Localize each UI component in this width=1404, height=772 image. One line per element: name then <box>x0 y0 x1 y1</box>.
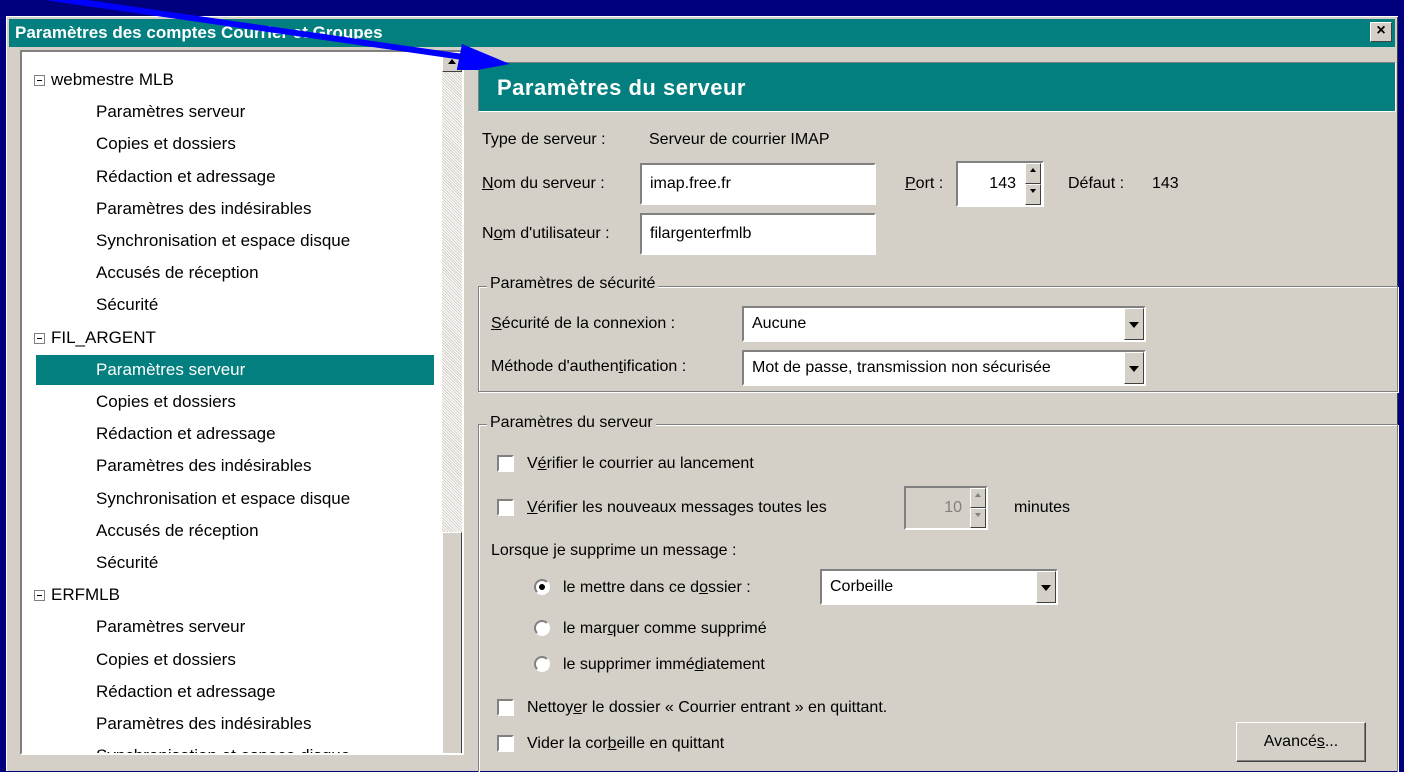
tree-item[interactable]: Paramètres serveur <box>96 97 245 127</box>
empty-trash-checkbox[interactable] <box>497 735 514 752</box>
tree-item[interactable]: Synchronisation et espace disque <box>96 226 350 256</box>
tree-account-label: FIL_ARGENT <box>51 327 156 347</box>
port-up-button[interactable] <box>1025 163 1041 184</box>
connection-security-value: Aucune <box>752 315 807 332</box>
mark-deleted-radio[interactable] <box>534 620 550 636</box>
tree-account[interactable]: FIL_ARGENT <box>34 323 156 353</box>
interval-spinner[interactable] <box>970 488 986 528</box>
username-label: Nom d'utilisateur : <box>482 225 610 242</box>
expunge-inbox-label[interactable]: Nettoyer le dossier « Courrier entrant »… <box>527 699 887 717</box>
tree-item[interactable]: Paramètres des indésirables <box>96 451 311 481</box>
mark-deleted-label[interactable]: le marquer comme supprimé <box>563 620 767 638</box>
tree-item[interactable]: Paramètres serveur <box>96 612 245 642</box>
minutes-label: minutes <box>1014 499 1071 516</box>
advanced-button[interactable]: Avancés... <box>1236 722 1366 762</box>
trash-folder-select[interactable]: Corbeille <box>820 569 1058 605</box>
tree-item-selected[interactable]: Paramètres serveur <box>36 354 434 385</box>
server-type-value: Serveur de courrier IMAP <box>649 131 830 148</box>
auth-method-select[interactable]: Mot de passe, transmission non sécurisée <box>742 350 1146 386</box>
port-value: 143 <box>989 175 1016 192</box>
move-to-folder-label[interactable]: le mettre dans ce dossier : <box>563 579 751 597</box>
title-bar[interactable]: Paramètres des comptes Courrier et Group… <box>9 19 1395 47</box>
tree-item[interactable]: Copies et dossiers <box>96 645 236 675</box>
tree-account[interactable]: ERFMLB <box>34 580 120 610</box>
tree-item[interactable]: Sécurité <box>96 548 158 578</box>
trash-folder-value: Corbeille <box>830 578 894 595</box>
interval-down-button[interactable] <box>970 508 986 528</box>
tree-item[interactable]: Synchronisation et espace disque <box>96 484 350 514</box>
tree-item[interactable]: Accusés de réception <box>96 258 259 288</box>
default-port-value: 143 <box>1152 175 1179 192</box>
default-port-label: Défaut : <box>1068 175 1125 192</box>
check-at-startup-label[interactable]: Vérifier le courrier au lancement <box>527 455 754 473</box>
check-every-label[interactable]: Vérifier les nouveaux messages toutes le… <box>527 499 827 517</box>
tree-account[interactable]: webmestre MLB <box>34 65 174 95</box>
collapse-icon[interactable] <box>34 332 45 344</box>
panel-title: Paramètres du serveur <box>497 75 746 100</box>
connection-security-label: Sécurité de la connexion : <box>491 315 676 332</box>
on-delete-label: Lorsque je supprime un message : <box>491 542 737 559</box>
server-settings-group-title: Paramètres du serveur <box>487 414 656 432</box>
window-title: Paramètres des comptes Courrier et Group… <box>15 23 383 42</box>
chevron-down-icon[interactable] <box>1036 571 1056 603</box>
tree-item[interactable]: Paramètres des indésirables <box>96 709 311 739</box>
delete-immediately-radio[interactable] <box>534 656 550 672</box>
tree-item[interactable]: Sécurité <box>96 290 158 320</box>
chevron-down-icon[interactable] <box>1124 352 1144 384</box>
port-spinner[interactable] <box>1025 163 1041 205</box>
tree-item[interactable]: Rédaction et adressage <box>96 162 276 192</box>
account-tree[interactable]: webmestre MLB Paramètres serveur Copies et… <box>20 50 464 755</box>
port-label: Port : <box>905 175 944 192</box>
check-at-startup-checkbox[interactable] <box>497 455 514 472</box>
empty-trash-label[interactable]: Vider la corbeille en quittant <box>527 735 724 753</box>
security-group-title: Paramètres de sécurité <box>487 275 659 293</box>
collapse-icon[interactable] <box>34 75 45 87</box>
move-to-folder-radio[interactable] <box>534 579 550 595</box>
username-input[interactable]: filargenterfmlb <box>640 213 876 255</box>
tree-item[interactable]: Paramètres des indésirables <box>96 194 311 224</box>
tree-account-label: webmestre MLB <box>51 70 174 89</box>
collapse-icon[interactable] <box>34 590 45 602</box>
tree-item[interactable]: Rédaction et adressage <box>96 677 276 707</box>
scroll-thumb[interactable] <box>442 532 462 753</box>
server-type-label: Type de serveur : <box>482 131 606 148</box>
interval-up-button[interactable] <box>970 488 986 508</box>
expunge-inbox-checkbox[interactable] <box>497 699 514 716</box>
tree-account-label: ERFMLB <box>51 585 120 605</box>
scroll-up-button[interactable] <box>442 52 462 72</box>
tree-scrollbar[interactable] <box>442 52 462 753</box>
panel-header: Paramètres du serveur <box>478 62 1396 112</box>
tree-item[interactable]: Copies et dossiers <box>96 129 236 159</box>
auth-method-label: Méthode d'authentification : <box>491 358 687 375</box>
server-name-input[interactable]: imap.free.fr <box>640 163 876 205</box>
port-down-button[interactable] <box>1025 184 1041 205</box>
tree-item[interactable]: Copies et dossiers <box>96 387 236 417</box>
auth-method-value: Mot de passe, transmission non sécurisée <box>752 359 1051 376</box>
tree-item[interactable]: Synchronisation et espace disque <box>96 741 350 753</box>
tree-item[interactable]: Accusés de réception <box>96 516 259 546</box>
check-interval-value: 10 <box>944 499 962 516</box>
tree-item[interactable]: Rédaction et adressage <box>96 419 276 449</box>
connection-security-select[interactable]: Aucune <box>742 306 1146 342</box>
close-icon: × <box>1376 22 1386 39</box>
delete-immediately-label[interactable]: le supprimer immédiatement <box>563 656 765 674</box>
check-every-checkbox[interactable] <box>497 499 514 516</box>
close-button[interactable]: × <box>1370 22 1392 42</box>
server-name-label: Nom du serveur : <box>482 175 605 192</box>
chevron-down-icon[interactable] <box>1124 308 1144 340</box>
